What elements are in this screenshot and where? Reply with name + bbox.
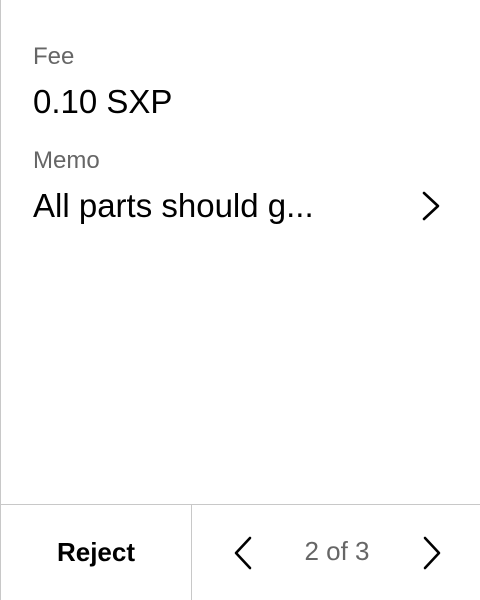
page-indicator: 2 of 3 (304, 536, 370, 566)
transaction-details: Fee 0.10 SXP Memo All parts should g... (1, 0, 480, 504)
memo-value: All parts should g... (33, 187, 314, 224)
reject-button[interactable]: Reject (1, 505, 192, 600)
fee-value: 0.10 SXP (33, 83, 173, 120)
chevron-right-icon (423, 536, 441, 570)
memo-row[interactable]: All parts should g... (1, 178, 480, 234)
next-page-button[interactable] (417, 535, 447, 571)
memo-label: Memo (33, 147, 100, 174)
transaction-review-screen: Fee 0.10 SXP Memo All parts should g... … (0, 0, 480, 600)
chevron-left-icon (234, 536, 252, 570)
fee-label: Fee (33, 43, 75, 70)
chevron-right-icon-graphic (422, 191, 440, 221)
previous-page-button[interactable] (228, 535, 258, 571)
page-navigator: 2 of 3 (192, 505, 480, 600)
action-footer: Reject 2 of 3 (1, 504, 480, 600)
chevron-right-icon[interactable] (419, 190, 443, 222)
